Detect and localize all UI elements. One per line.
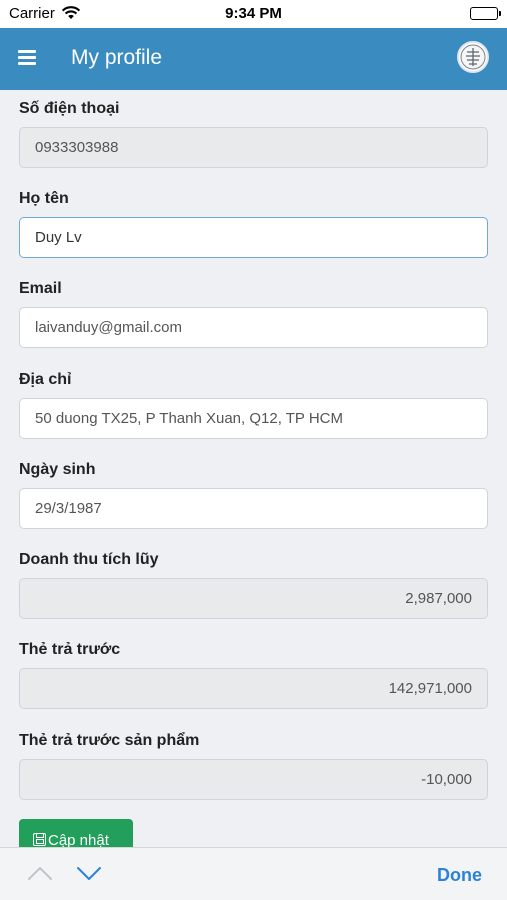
save-button-label: Cập nhật [48, 832, 109, 847]
address-label: Địa chỉ [19, 371, 72, 388]
name-field: Họ tên Duy Lv [19, 190, 488, 258]
profile-form: Số điện thoại 0933303988 Họ tên Duy Lv E… [0, 90, 507, 847]
phone-input[interactable]: 0933303988 [19, 127, 488, 168]
revenue-field: Doanh thu tích lũy 2,987,000 [19, 551, 488, 619]
email-input[interactable]: laivanduy@gmail.com [19, 307, 488, 348]
header-bar: My profile [0, 28, 507, 90]
address-input[interactable]: 50 duong TX25, P Thanh Xuan, Q12, TP HCM [19, 398, 488, 439]
prepaid-product-field: Thẻ trả trước sản phẩm -10,000 [19, 732, 488, 800]
revenue-label: Doanh thu tích lũy [19, 551, 159, 568]
address-field: Địa chỉ 50 duong TX25, P Thanh Xuan, Q12… [19, 371, 488, 439]
birthday-field: Ngày sinh 29/3/1987 [19, 461, 488, 529]
birthday-label: Ngày sinh [19, 461, 96, 478]
prepaid-field: Thẻ trả trước 142,971,000 [19, 641, 488, 709]
chevron-down-icon[interactable] [76, 864, 102, 887]
phone-label: Số điện thoại [19, 100, 120, 117]
hamburger-icon[interactable] [18, 50, 36, 66]
done-button[interactable]: Done [437, 865, 482, 886]
prepaid-product-label: Thẻ trả trước sản phẩm [19, 732, 200, 749]
chevron-up-icon[interactable] [27, 864, 53, 887]
email-field: Email laivanduy@gmail.com [19, 280, 488, 348]
phone-field: Số điện thoại 0933303988 [19, 100, 488, 168]
clock: 9:34 PM [225, 5, 282, 22]
name-label: Họ tên [19, 190, 69, 207]
prepaid-input[interactable]: 142,971,000 [19, 668, 488, 709]
keyboard-toolbar: Done [0, 847, 507, 900]
save-icon [33, 833, 46, 846]
email-label: Email [19, 280, 62, 297]
name-input[interactable]: Duy Lv [19, 217, 488, 258]
prepaid-label: Thẻ trả trước [19, 641, 121, 658]
battery-icon [470, 7, 501, 20]
revenue-input[interactable]: 2,987,000 [19, 578, 488, 619]
status-bar: Carrier 9:34 PM [0, 0, 507, 28]
page-title: My profile [71, 46, 163, 69]
profile-avatar[interactable] [457, 41, 489, 73]
birthday-input[interactable]: 29/3/1987 [19, 488, 488, 529]
save-button[interactable]: Cập nhật [19, 819, 133, 847]
prepaid-product-input[interactable]: -10,000 [19, 759, 488, 800]
